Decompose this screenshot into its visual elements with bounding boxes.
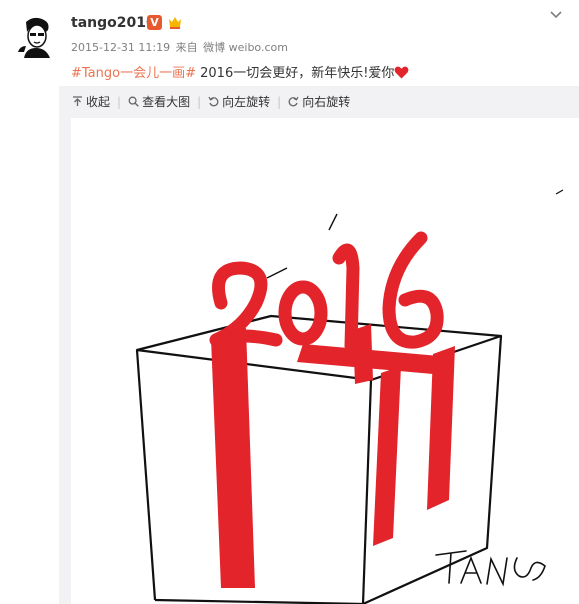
toolbar-divider: |: [197, 95, 202, 109]
username[interactable]: tango2010: [71, 15, 156, 31]
post-image[interactable]: [71, 118, 579, 604]
toolbar-divider: |: [277, 95, 282, 109]
source-link[interactable]: 微博 weibo.com: [203, 41, 288, 54]
media-toolbar: 收起 | 查看大图 | 向左旋转 | 向右旋转: [72, 93, 350, 111]
rotate-left-icon: [208, 96, 219, 107]
rotate-left-label: 向左旋转: [222, 95, 271, 109]
collapse-button[interactable]: 收起: [72, 93, 110, 110]
weibo-post: tango2010 V 2015-12-31 11:19 来自 微博 weibo…: [0, 0, 579, 604]
rotate-left-button[interactable]: 向左旋转: [208, 93, 270, 110]
avatar[interactable]: [12, 12, 62, 62]
toolbar-divider: |: [117, 95, 122, 109]
source-prefix: 来自: [175, 41, 198, 54]
avatar-icon: [18, 17, 50, 58]
rotate-right-icon: [288, 96, 299, 107]
timestamp[interactable]: 2015-12-31 11:19: [71, 41, 170, 54]
post-content: #Tango一会儿一画# 2016一切会更好，新年快乐!爱你: [71, 62, 409, 81]
member-badge-icon[interactable]: [166, 13, 184, 31]
gift-box-illustration: [135, 189, 564, 604]
post-meta: 2015-12-31 11:19 来自 微博 weibo.com: [71, 39, 290, 55]
topic-link[interactable]: #Tango一会儿一画#: [71, 66, 196, 81]
post-text: 2016一切会更好，新年快乐!爱你: [196, 66, 395, 81]
chevron-down-icon[interactable]: [548, 9, 564, 21]
view-large-button[interactable]: 查看大图: [128, 93, 190, 110]
collapse-label: 收起: [86, 95, 111, 109]
rotate-right-label: 向右旋转: [302, 95, 351, 109]
heart-icon: [395, 66, 409, 79]
collapse-icon: [73, 96, 82, 106]
view-large-label: 查看大图: [142, 95, 191, 109]
verified-badge-icon[interactable]: V: [147, 15, 162, 30]
rotate-right-button[interactable]: 向右旋转: [288, 93, 350, 110]
search-icon: [128, 96, 139, 107]
